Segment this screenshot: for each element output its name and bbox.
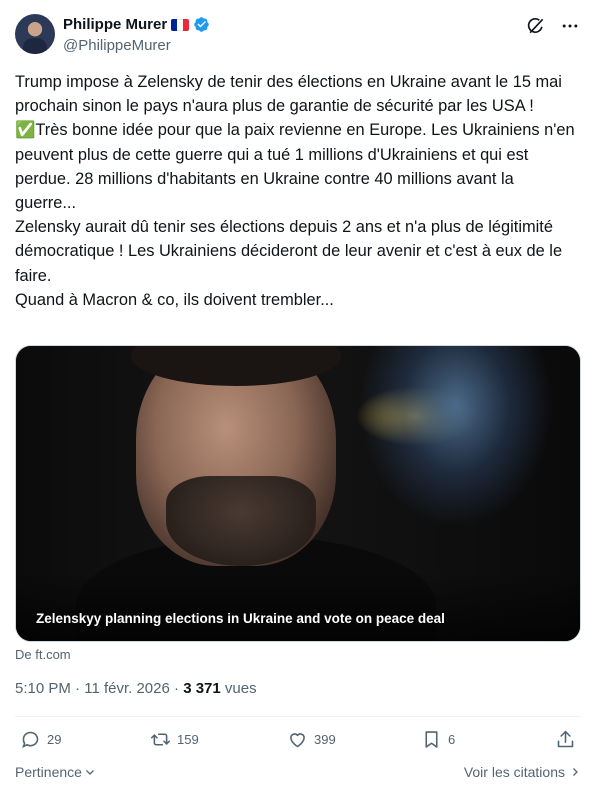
meta-separator: · (174, 680, 184, 697)
share-button[interactable] (555, 729, 576, 750)
tweet-date[interactable]: 11 févr. 2026 (84, 680, 170, 697)
more-icon[interactable] (560, 16, 580, 36)
bookmark-count: 6 (448, 732, 456, 747)
views-count: 3 371 (183, 680, 221, 697)
verified-badge-icon (194, 17, 209, 32)
view-quotes-label: Voir les citations (463, 764, 565, 780)
view-quotes-link[interactable]: Voir les citations (464, 764, 581, 780)
france-flag-icon (171, 18, 190, 31)
tweet-header: Philippe Murer @PhilippeMurer (15, 14, 580, 58)
reply-icon (22, 731, 39, 749)
avatar[interactable] (15, 14, 55, 54)
like-count: 399 (314, 732, 336, 747)
grok-icon[interactable] (526, 16, 546, 36)
link-source[interactable]: De ft.com (15, 647, 71, 662)
tweet-meta: 5:10 PM · 11 févr. 2026 · 3 371 vues (15, 680, 257, 697)
tweet-text: Trump impose à Zelensky de tenir des éle… (15, 73, 575, 309)
caption-gradient (16, 571, 580, 641)
sort-dropdown[interactable]: Pertinence (15, 764, 96, 780)
link-card-title[interactable]: Zelenskyy planning elections in Ukraine … (36, 611, 445, 626)
chevron-down-icon (85, 770, 94, 775)
reply-count: 29 (47, 732, 62, 747)
divider-top (15, 716, 581, 717)
repost-button[interactable]: 159 (150, 729, 199, 750)
action-bar: 29 159 399 6 (15, 729, 581, 755)
reply-button[interactable]: 29 (20, 729, 61, 750)
chevron-right-icon (573, 768, 578, 776)
replies-footer: Pertinence Voir les citations (15, 764, 581, 784)
like-button[interactable]: 399 (287, 729, 336, 750)
bookmark-icon (425, 731, 438, 748)
views-label: vues (224, 680, 257, 697)
image-figure-beard (166, 476, 316, 566)
sort-label: Pertinence (15, 764, 82, 780)
share-icon (557, 730, 574, 748)
author-name[interactable]: Philippe Murer (63, 16, 167, 33)
author-name-row: Philippe Murer (63, 16, 210, 33)
link-card-image[interactable]: Zelenskyy planning elections in Ukraine … (15, 345, 581, 642)
header-actions (526, 16, 580, 36)
meta-separator: · (75, 680, 85, 697)
bookmark-button[interactable]: 6 (421, 729, 455, 750)
heart-icon (290, 733, 305, 748)
tweet-time[interactable]: 5:10 PM (15, 680, 71, 697)
repost-icon (150, 733, 171, 746)
repost-count: 159 (177, 732, 199, 747)
author-handle[interactable]: @PhilippeMurer (63, 37, 171, 54)
